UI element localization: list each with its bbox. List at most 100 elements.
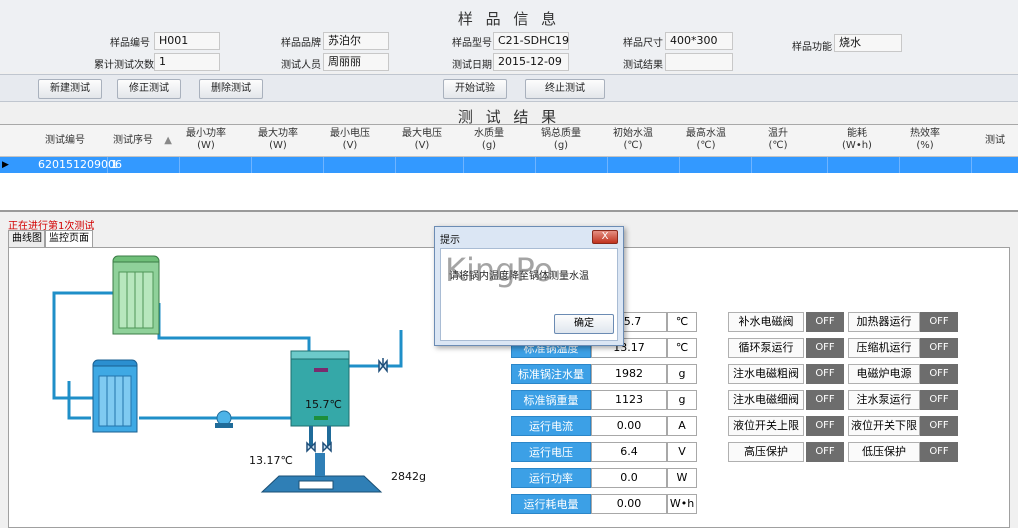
readout-unit: g [667,390,697,410]
delete-test-button[interactable]: 删除测试 [199,79,263,99]
readout-value: 1123 [591,390,667,410]
readout-unit: ℃ [667,312,697,332]
readout-unit: A [667,416,697,436]
model-field[interactable]: C21-SDHC19 [493,32,569,50]
readout-label: 标准锅注水量 [511,364,591,384]
indicator-state: OFF [806,442,844,462]
indicator-label: 补水电磁阀 [728,312,804,332]
pipe-valve-right [349,330,403,368]
indicator-state: OFF [920,312,958,332]
indicator-label: 电磁炉电源 [848,364,920,384]
test-result-label: 测试结果 [623,60,663,71]
tester-label: 测试人员 [281,60,321,71]
col-header[interactable]: 最大功率 (W) [257,128,299,152]
readout-value: 6.4 [591,442,667,462]
sample-id-field[interactable]: H001 [154,32,220,50]
test-count-label: 累计测试次数 [94,60,154,71]
tank-green-icon [112,255,160,335]
ok-button[interactable]: 确定 [554,314,614,334]
test-count-field[interactable]: 1 [154,53,220,71]
toolbar: 新建测试 修正测试 删除测试 开始试验 终止测试 [0,74,1018,102]
pump-icon [215,410,233,428]
pipe-temp-label: 13.17℃ [249,454,293,467]
new-test-button[interactable]: 新建测试 [38,79,102,99]
col-header[interactable]: 锅总质量 (g) [540,128,582,152]
test-date-field[interactable]: 2015-12-09 [493,53,569,71]
tank-temp-label: 15.7℃ [305,398,342,411]
indicator-label: 注水电磁细阀 [728,390,804,410]
indicator-state: OFF [806,312,844,332]
col-header[interactable]: 温升 (℃) [757,128,799,152]
brand-label: 样品品牌 [281,38,321,49]
readout-label: 运行电压 [511,442,591,462]
readout-value: 0.00 [591,416,667,436]
indicator-label: 高压保护 [728,442,804,462]
sample-id-label: 样品编号 [110,38,150,49]
prompt-dialog: 提示 X 请将锅内温度降至锅体测量水温 KingPo 确定 [434,226,624,346]
readout-value: 0.00 [591,494,667,514]
cell-empty [608,157,680,173]
readout-value: 0.0 [591,468,667,488]
col-header[interactable]: 热效率 (%) [904,128,946,152]
readout-label: 运行耗电量 [511,494,591,514]
indicator-label: 液位开关上限 [728,416,804,436]
indicator-state: OFF [920,338,958,358]
cell-empty [900,157,972,173]
col-header[interactable]: 最大电压 (V) [401,128,443,152]
tab-monitor[interactable]: 监控页面 [45,230,93,248]
test-date-label: 测试日期 [452,60,492,71]
tab-curve[interactable]: 曲线图 [8,230,45,248]
test-result-field[interactable] [665,53,733,71]
col-header[interactable]: 初始水温 (℃) [612,128,654,152]
indicator-state: OFF [806,390,844,410]
readout-unit: W [667,468,697,488]
table-row[interactable]: ▶ 620151209006 1 [0,157,1018,173]
col-header[interactable]: 能耗 (W•h) [832,128,882,152]
model-label: 样品型号 [452,38,492,49]
indicator-label: 注水电磁粗阀 [728,364,804,384]
results-grid[interactable]: 测试编号 测试序号 ▲ 最小功率 (W) 最大功率 (W) 最小电压 (V) 最大电压… [0,124,1018,212]
readout-unit: g [667,364,697,384]
brand-field[interactable]: 苏泊尔 [323,32,389,50]
cell-test-seq: 1 [108,157,180,173]
col-header[interactable]: 测试 [980,135,1010,147]
col-header[interactable]: 最高水温 (℃) [685,128,727,152]
col-header[interactable]: 最小电压 (V) [329,128,371,152]
indicator-label: 注水泵运行 [848,390,920,410]
size-label: 样品尺寸 [623,38,663,49]
cell-empty [536,157,608,173]
cell-empty [180,157,252,173]
col-header[interactable]: 水质量 (g) [468,128,510,152]
dialog-body: 请将锅内温度降至锅体测量水温 KingPo 确定 [440,248,618,341]
cell-empty [828,157,900,173]
cell-empty [464,157,536,173]
scale-weight-label: 2842g [391,470,426,483]
readout-label: 运行功率 [511,468,591,488]
indicator-state: OFF [920,390,958,410]
grid-header: 测试编号 测试序号 ▲ 最小功率 (W) 最大功率 (W) 最小电压 (V) 最大电压… [0,125,1018,157]
cell-empty [752,157,828,173]
function-label: 样品功能 [792,42,832,53]
readout-unit: V [667,442,697,462]
col-header[interactable]: 测试序号 ▲ [113,135,172,147]
close-icon[interactable]: X [592,230,618,244]
indicator-label: 压缩机运行 [848,338,920,358]
edit-test-button[interactable]: 修正测试 [117,79,181,99]
indicator-state: OFF [806,364,844,384]
function-field[interactable]: 烧水 [834,34,902,52]
col-header[interactable]: 测试编号 [40,135,90,147]
cell-empty [396,157,464,173]
col-header[interactable]: 最小功率 (W) [185,128,227,152]
size-field[interactable]: 400*300 [665,32,733,50]
readout-label: 标准锅重量 [511,390,591,410]
process-diagram: 15.7℃ 13.17℃ 2842g [52,255,426,493]
stop-test-button[interactable]: 终止测试 [525,79,605,99]
start-test-button[interactable]: 开始试验 [443,79,507,99]
tester-field[interactable]: 周丽丽 [323,53,389,71]
sample-info-panel: 样 品 信 息 样品编号 H001 样品品牌 苏泊尔 样品型号 C21-SDHC… [0,0,1018,72]
readout-unit: ℃ [667,338,697,358]
indicator-label: 液位开关下限 [848,416,920,436]
readout-value: 1982 [591,364,667,384]
readout-unit: W•h [667,494,697,514]
cell-test-id: 620151209006 [35,157,122,173]
